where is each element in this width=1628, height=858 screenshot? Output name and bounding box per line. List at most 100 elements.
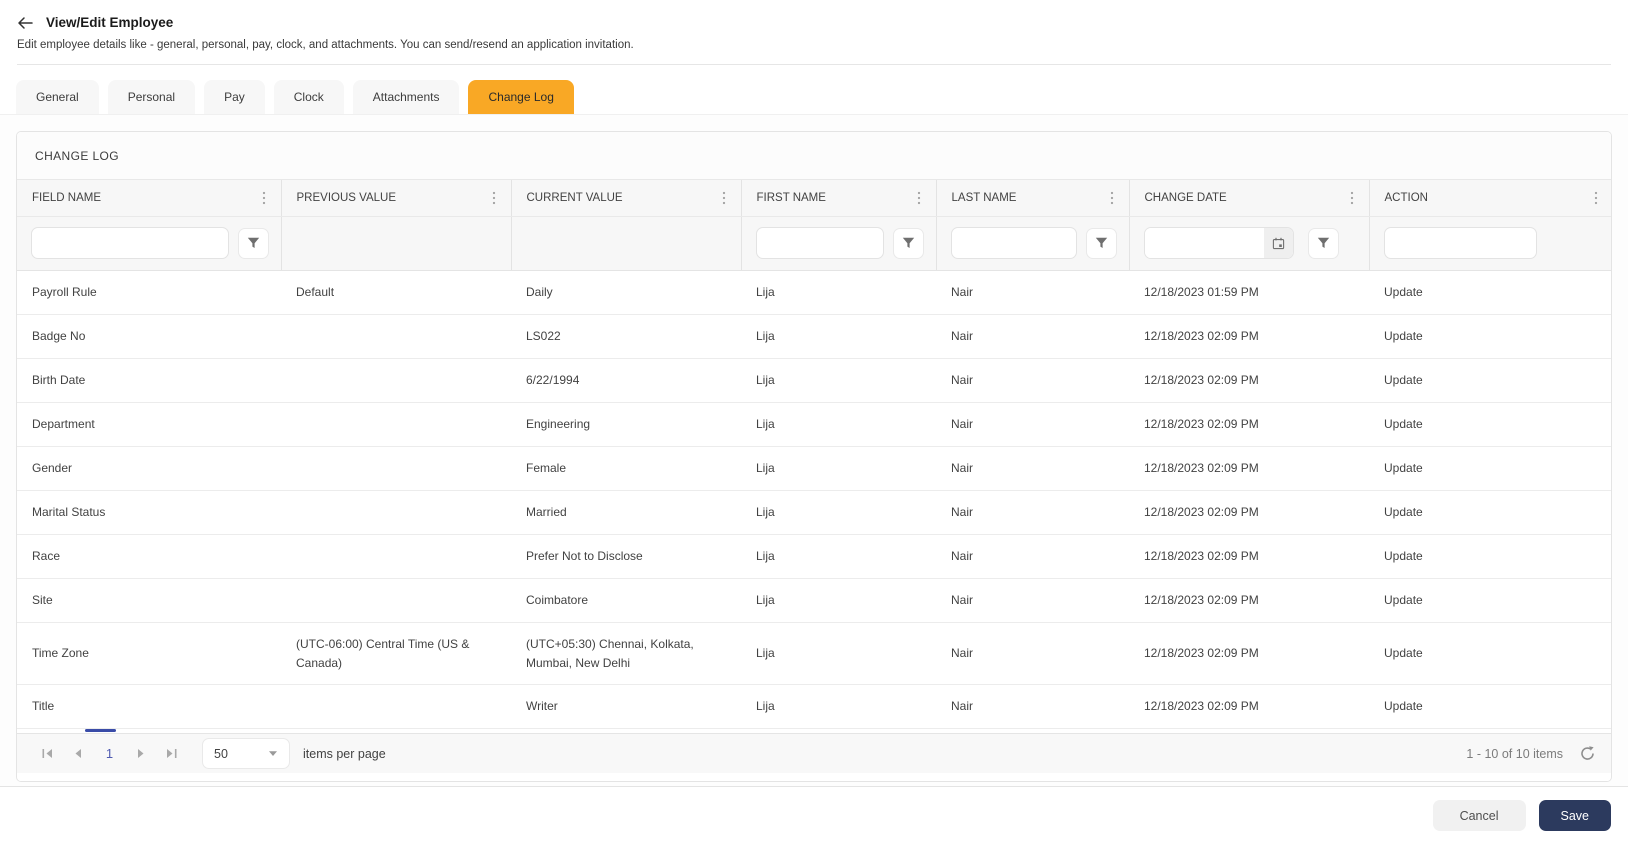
cell-change-date: 12/18/2023 02:09 PM [1129,402,1369,447]
cell-action: Update [1369,270,1611,315]
column-header-first-name[interactable]: FIRST NAME [741,180,937,217]
page-title: View/Edit Employee [46,15,174,30]
cell-action: Update [1369,358,1611,403]
filter-button-field-name[interactable] [237,227,269,259]
filter-funnel-icon [247,237,259,248]
cell-field-name: Payroll Rule [17,270,281,315]
previous-page-button[interactable] [63,738,94,769]
cell-field-name: Race [17,534,281,579]
pager-range-label: 1 - 10 of 10 items [1466,746,1563,761]
cell-previous-value [281,314,511,359]
filter-button-first-name[interactable] [892,227,924,259]
tab-personal[interactable]: Personal [107,80,196,114]
cell-first-name: Lija [741,578,936,623]
tab-change-log[interactable]: Change Log [468,80,574,114]
cell-first-name: Lija [741,358,936,403]
tab-label: Clock [293,90,324,104]
filter-button-change-date[interactable] [1307,227,1339,259]
table-row: Marital Status Married Lija Nair 12/18/2023 … [17,490,1611,535]
column-menu-button[interactable] [1589,191,1603,205]
grid-body: Payroll Rule Default Daily Lija Nair 12/18/20… [17,270,1611,730]
cell-first-name: Lija [741,684,936,730]
column-menu-button[interactable] [257,191,271,205]
tab-attachments[interactable]: Attachments [352,80,460,114]
cell-last-name: Nair [936,534,1129,579]
tab-general[interactable]: General [16,80,99,114]
cell-field-name: Badge No [17,314,281,359]
column-header-last-name[interactable]: LAST NAME [936,180,1130,217]
filter-cell-previous-value [281,216,512,271]
first-page-button[interactable] [32,738,63,769]
table-row: Title Writer Lija Nair 12/18/2023 02:09 PM Up… [17,684,1611,730]
cell-current-value: Writer [511,684,741,730]
cell-first-name: Lija [741,314,936,359]
kebab-menu-icon [492,191,495,205]
table-row: Department Engineering Lija Nair 12/18/2023 … [17,402,1611,447]
cell-action: Update [1369,402,1611,447]
last-page-button[interactable] [156,738,187,769]
column-menu-button[interactable] [487,191,501,205]
next-page-button[interactable] [125,738,156,769]
back-arrow-icon[interactable] [17,16,33,30]
tab-label: General [36,90,79,104]
column-header-change-date[interactable]: CHANGE DATE [1129,180,1370,217]
grid-header-row: FIELD NAME PREVIOUS VALUE CURRENT VALUE FIR… [17,180,1611,217]
save-button[interactable]: Save [1538,800,1611,831]
kebab-menu-icon [722,191,725,205]
cell-last-name: Nair [936,578,1129,623]
filter-button-last-name[interactable] [1085,227,1117,259]
calendar-button[interactable] [1263,228,1293,258]
table-row: Birth Date 6/22/1994 Lija Nair 12/18/2023 02… [17,358,1611,403]
page-size-dropdown[interactable]: 50 [202,738,290,770]
column-menu-button[interactable] [1105,191,1119,205]
column-header-current-value[interactable]: CURRENT VALUE [511,180,742,217]
column-header-label: FIELD NAME [32,192,102,204]
tab-bar: General Personal Pay Clock Attachments Change… [0,65,1628,114]
cell-change-date: 12/18/2023 02:09 PM [1129,622,1369,686]
table-row: Payroll Rule Default Daily Lija Nair 12/18/20… [17,270,1611,315]
page-size-value: 50 [214,746,228,761]
pager-bar: 1 50 items per page 1 - 10 of 10 items [17,733,1611,774]
filter-input-last-name[interactable] [950,227,1077,259]
filter-input-first-name[interactable] [755,227,884,259]
cell-action: Update [1369,578,1611,623]
cell-current-value: Married [511,490,741,535]
column-header-action[interactable]: ACTION [1369,180,1611,217]
horizontal-scrollbar-thumb[interactable] [85,729,116,733]
column-menu-button[interactable] [1345,191,1359,205]
panel-title: CHANGE LOG [17,132,1611,180]
column-header-label: CURRENT VALUE [526,192,623,204]
cell-current-value: LS022 [511,314,741,359]
table-row: Time Zone (UTC-06:00) Central Time (US & … [17,622,1611,686]
cell-field-name: Site [17,578,281,623]
cell-first-name: Lija [741,490,936,535]
cancel-button[interactable]: Cancel [1432,800,1526,831]
kebab-menu-icon [1350,191,1353,205]
cell-first-name: Lija [741,534,936,579]
column-header-field-name[interactable]: FIELD NAME [17,180,282,217]
tab-pay[interactable]: Pay [204,80,265,114]
refresh-icon[interactable] [1578,745,1596,763]
tab-label: Pay [224,90,245,104]
filter-input-action[interactable] [1383,227,1537,259]
column-menu-button[interactable] [717,191,731,205]
filter-input-field-name[interactable] [31,227,229,259]
table-row: Race Prefer Not to Disclose Lija Nair 12/18/… [17,534,1611,579]
filter-date-input-change-date[interactable] [1144,228,1264,258]
column-menu-button[interactable] [912,191,926,205]
chevron-down-icon [269,751,277,757]
cell-current-value: Coimbatore [511,578,741,623]
cell-action: Update [1369,446,1611,491]
page-header: View/Edit Employee Edit employee details… [0,0,1628,65]
cell-field-name: Marital Status [17,490,281,535]
cell-last-name: Nair [936,270,1129,315]
kebab-menu-icon [917,191,920,205]
tab-clock[interactable]: Clock [273,80,344,114]
cell-change-date: 12/18/2023 01:59 PM [1129,270,1369,315]
content-area: CHANGE LOG FIELD NAME PREVIOUS VALUE CURRE… [0,114,1628,786]
column-header-previous-value[interactable]: PREVIOUS VALUE [281,180,512,217]
current-page-number[interactable]: 1 [94,746,125,761]
cell-previous-value [281,358,511,403]
cell-previous-value [281,684,511,730]
column-header-label: LAST NAME [951,192,1017,204]
